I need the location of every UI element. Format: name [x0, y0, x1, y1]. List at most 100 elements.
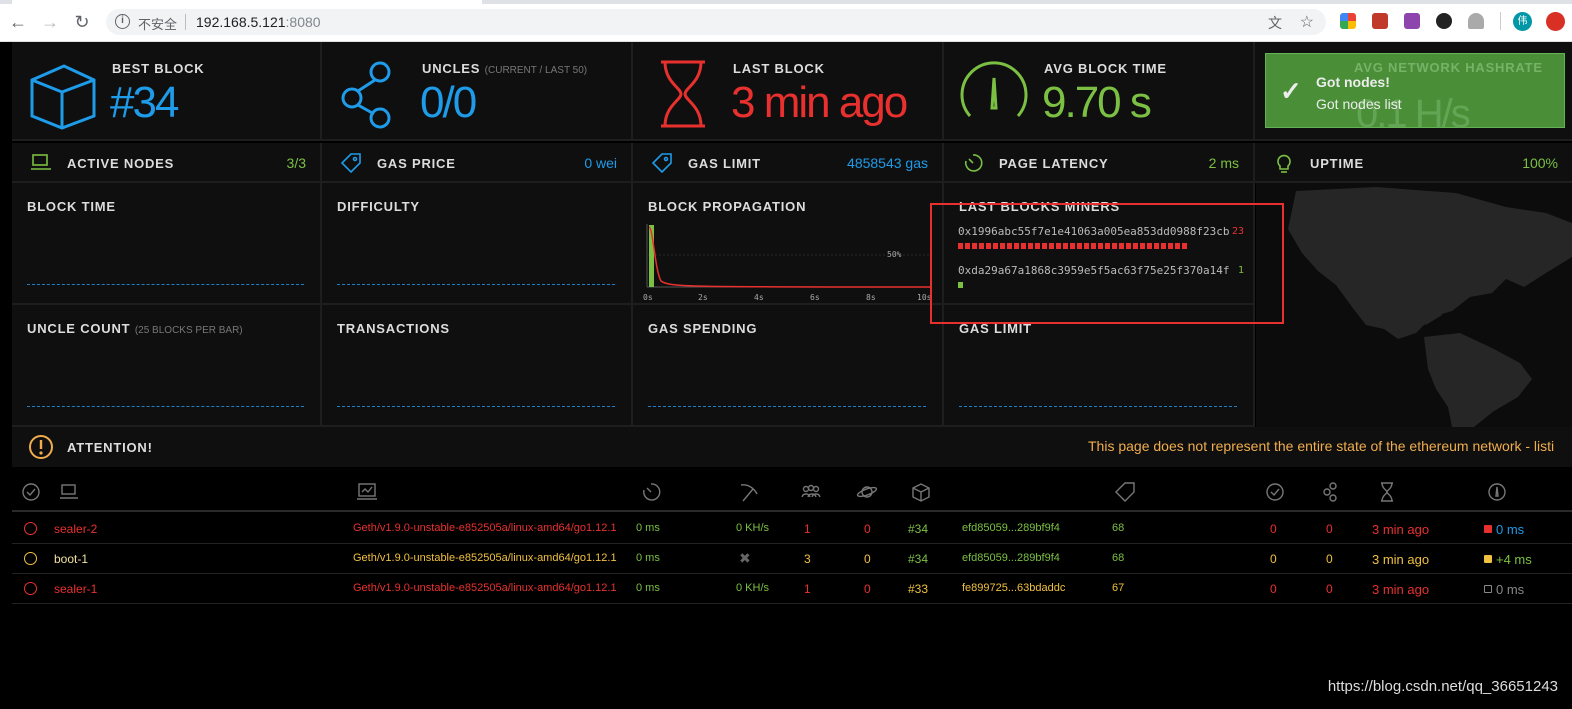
gas-spending-chart: GAS SPENDING: [633, 305, 944, 427]
laptop-icon[interactable]: [58, 482, 80, 502]
node-uncles-current: 0: [1270, 552, 1277, 566]
left-gutter: [0, 42, 12, 467]
propagation-pct-label: 50%: [887, 250, 902, 259]
gas-limit-label: GAS LIMIT: [688, 156, 761, 171]
alert-icon: [29, 435, 53, 459]
table-row[interactable]: boot-1 Geth/v1.9.0-unstable-e852505a/linu…: [12, 544, 1572, 574]
difficulty-chart: DIFFICULTY: [322, 183, 633, 305]
propagation-tick-label: 2s: [698, 293, 708, 302]
attention-bar: ATTENTION! This page does not represent …: [12, 427, 1572, 467]
block-cube-icon[interactable]: [910, 482, 932, 502]
last-block-value: 3 min ago: [731, 78, 908, 127]
checkmark-icon: ✓: [1280, 76, 1302, 106]
node-block-hash: efd85059...289bf9f4: [962, 552, 1060, 564]
gas-limit-value: 4858543 gas: [847, 155, 928, 171]
laptop-icon: [31, 154, 51, 170]
avg-block-time-box: AVG BLOCK TIME 9.70 s: [944, 42, 1255, 141]
check-circle-icon[interactable]: [20, 482, 42, 502]
propagation-tick-label: 0s: [643, 293, 653, 302]
active-nodes-value: 3/3: [286, 155, 306, 171]
uncles-icon[interactable]: [1320, 482, 1342, 502]
node-propagation: 0 ms: [1496, 582, 1525, 597]
active-tab[interactable]: [12, 0, 482, 4]
uncle-count-sublabel: (25 BLOCKS PER BAR): [134, 325, 243, 336]
avg-block-time-label: AVG BLOCK TIME: [1044, 61, 1167, 76]
update-icon[interactable]: [1546, 12, 1565, 31]
propagation-tick-label: 4s: [754, 293, 764, 302]
transactions-chart: TRANSACTIONS: [322, 305, 633, 427]
node-name: boot-1: [54, 552, 89, 566]
pdf-tool-icon[interactable]: [1404, 13, 1420, 29]
translate-icon[interactable]: 文: [1268, 13, 1282, 33]
timer-icon: [964, 154, 983, 172]
info-icon[interactable]: i: [115, 14, 130, 29]
gauge-icon[interactable]: [1486, 482, 1508, 502]
node-peers: 1: [804, 522, 811, 536]
node-latency: 0 ms: [636, 522, 660, 534]
node-pending: 0: [864, 552, 871, 566]
notification-toast[interactable]: AVG NETWORK HASHRATE 0.1 H/s ✓ Got nodes…: [1265, 53, 1565, 136]
page-latency-label: PAGE LATENCY: [999, 156, 1109, 171]
address-bar[interactable]: i 不安全 192.168.5.121:8080 文 ☆: [106, 9, 1326, 35]
attention-message: This page does not represent the entire …: [1088, 438, 1555, 454]
node-propagation: 0 ms: [1496, 522, 1525, 537]
chart-baseline: [337, 406, 615, 407]
node-last-block: 3 min ago: [1372, 522, 1430, 537]
chart-baseline: [337, 284, 615, 285]
profile-avatar[interactable]: 伟: [1513, 12, 1532, 31]
gas-price-label: GAS PRICE: [377, 156, 456, 171]
propagation-tick-label: 6s: [810, 293, 820, 302]
back-icon[interactable]: ←: [8, 12, 28, 32]
last-block-box: LAST BLOCK 3 min ago: [633, 42, 944, 141]
table-header: [12, 472, 1572, 512]
forward-icon[interactable]: →: [40, 12, 60, 32]
world-map[interactable]: [1256, 183, 1572, 427]
umbrella-icon[interactable]: [1468, 13, 1484, 29]
planet-icon[interactable]: [856, 482, 878, 502]
url-text[interactable]: 192.168.5.121:8080: [196, 14, 321, 30]
chart-baseline: [959, 406, 1237, 407]
block-propagation-title: BLOCK PROPAGATION: [648, 199, 807, 214]
uncles-sublabel: (CURRENT / LAST 50): [484, 65, 588, 76]
uncles-icon: [341, 61, 391, 129]
client-icon[interactable]: [356, 482, 378, 502]
propagation-plot: [646, 224, 931, 288]
node-block-hash: fe899725...63bdaddc: [962, 582, 1066, 594]
page-latency-value: 2 ms: [1208, 155, 1239, 171]
propagation-dot: [1484, 525, 1492, 533]
pickaxe-icon[interactable]: [738, 482, 760, 502]
uptime-box: UPTIME 100%: [1255, 143, 1572, 183]
node-block: #34: [908, 552, 929, 566]
latency-timer-icon[interactable]: [640, 482, 662, 502]
s-extension-icon[interactable]: [1436, 13, 1452, 29]
table-row[interactable]: sealer-2 Geth/v1.9.0-unstable-e852505a/li…: [12, 514, 1572, 544]
node-peers: 1: [804, 582, 811, 596]
node-client: Geth/v1.9.0-unstable-e852505a/linux-amd6…: [353, 552, 617, 564]
extension-color-icon[interactable]: [1340, 13, 1356, 29]
gauge-icon: [960, 61, 1028, 117]
uncles-label: UNCLES (CURRENT / LAST 50): [422, 61, 587, 76]
node-peers: 3: [804, 552, 811, 566]
node-uncles-total: 0: [1326, 552, 1333, 566]
gas-price-value: 0 wei: [584, 155, 617, 171]
peers-icon[interactable]: [800, 482, 822, 502]
propagation-dot: [1484, 555, 1492, 563]
node-hashrate: 0 KH/s: [736, 522, 770, 534]
node-uncles-total: 0: [1326, 582, 1333, 596]
difficulty-tag-icon[interactable]: [1114, 482, 1136, 502]
chart-baseline: [648, 406, 926, 407]
cube-icon: [30, 64, 96, 130]
last-block-label: LAST BLOCK: [733, 61, 825, 76]
chart-baseline: [27, 406, 304, 407]
pdf-extension-icon[interactable]: [1372, 13, 1388, 29]
uncle-count-title: UNCLE COUNT (25 BLOCKS PER BAR): [27, 321, 243, 336]
table-row[interactable]: sealer-1 Geth/v1.9.0-unstable-e852505a/li…: [12, 574, 1572, 604]
check-circle-icon[interactable]: [1264, 482, 1286, 502]
hourglass-icon[interactable]: [1376, 482, 1398, 502]
reload-icon[interactable]: ↻: [72, 12, 92, 32]
uncle-count-chart: UNCLE COUNT (25 BLOCKS PER BAR): [12, 305, 322, 427]
bookmark-star-icon[interactable]: ☆: [1300, 12, 1314, 32]
node-status-icon: [24, 522, 37, 535]
toolbar-divider: [1500, 12, 1501, 30]
page-latency-box: PAGE LATENCY 2 ms: [944, 143, 1255, 183]
